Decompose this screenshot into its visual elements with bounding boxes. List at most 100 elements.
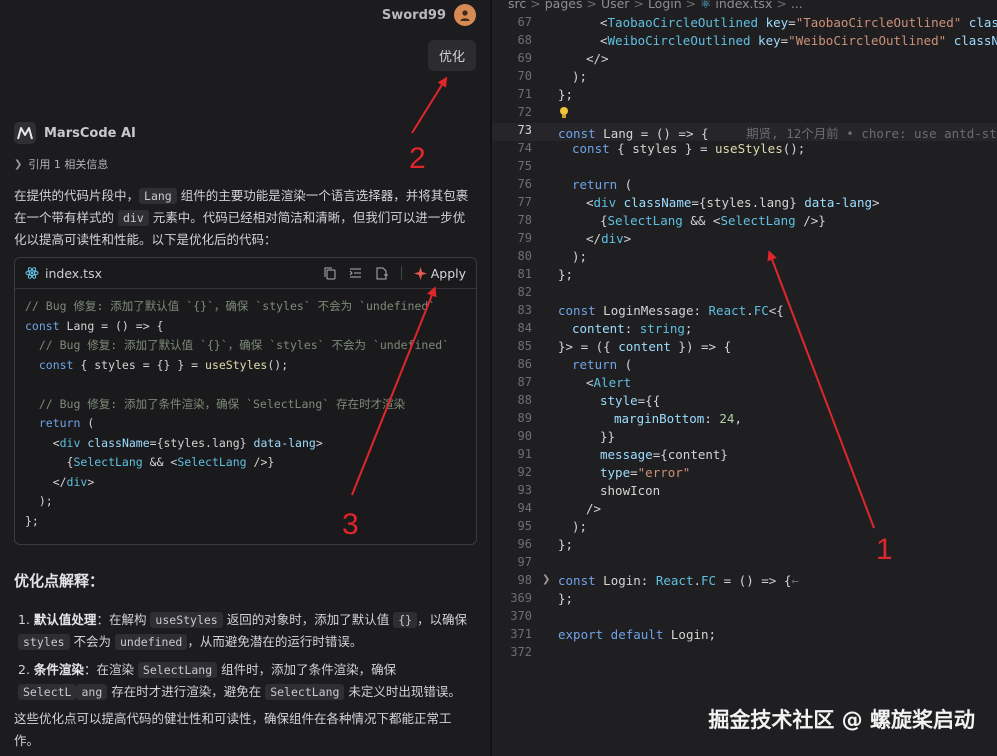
summary-paragraph: 这些优化点可以提高代码的健壮性和可读性，确保组件在各种情况下都能正常工作。 bbox=[14, 711, 452, 748]
line-number: 76 bbox=[517, 177, 532, 191]
code-line: return ( bbox=[25, 416, 95, 430]
line-number: 87 bbox=[517, 375, 532, 389]
intro-paragraph: 在提供的代码片段中， Lang 组件的主要功能是渲染一个语言选择器，并将其包裹在一… bbox=[14, 185, 476, 251]
copy-icon[interactable] bbox=[323, 266, 337, 280]
fold-chevron-icon[interactable]: ❯ bbox=[542, 574, 550, 585]
line-number: 71 bbox=[517, 87, 532, 101]
line-number: 72 bbox=[517, 105, 532, 119]
code-line: return ( bbox=[572, 357, 633, 372]
code-line: <div className={styles.lang} data-lang> bbox=[586, 195, 880, 210]
code-line: type="error" bbox=[600, 465, 691, 480]
code-line: }; bbox=[558, 267, 574, 282]
line-number: 96 bbox=[517, 537, 532, 551]
line-number: 370 bbox=[510, 609, 532, 623]
line-number: 371 bbox=[510, 627, 532, 641]
code-line: <div className={styles.lang} data-lang> bbox=[25, 435, 323, 450]
code-line: marginBottom: 24, bbox=[614, 411, 742, 426]
code-block-header: index.tsx Apply bbox=[15, 258, 476, 289]
line-number: 369 bbox=[510, 591, 532, 605]
citation-label: 引用 1 相关信息 bbox=[28, 158, 109, 171]
code-line: export default Login; bbox=[558, 627, 717, 642]
code-line: return ( bbox=[572, 177, 633, 192]
code-line: const Lang = () => { 期贤, 12个月前 • chore: … bbox=[558, 123, 997, 142]
code-line: const { styles = {} } = useStyles(); bbox=[25, 357, 289, 372]
breadcrumb-item[interactable]: Login bbox=[648, 0, 682, 11]
code-line: {SelectLang && <SelectLang />} bbox=[25, 455, 275, 469]
code-line: <Alert bbox=[586, 375, 632, 390]
code-line: }} bbox=[600, 429, 616, 444]
line-number: 73 bbox=[517, 123, 532, 137]
code-toolbar: Apply bbox=[323, 266, 466, 281]
line-number: 93 bbox=[517, 483, 532, 497]
git-blame: 期贤, 12个月前 • chore: use antd-sty bbox=[746, 126, 997, 141]
citation-toggle[interactable]: ❯ 引用 1 相关信息 bbox=[14, 156, 108, 172]
line-number: 80 bbox=[517, 249, 532, 263]
code-editor: src > pages > User > Login > ⚛ index.tsx >... 67 … bbox=[492, 0, 997, 756]
code-line: // Bug 修复: 添加了默认值 `{}`，确保 `styles` 不会为 `… bbox=[25, 338, 450, 352]
code-line: ); bbox=[572, 249, 588, 264]
code-line: {SelectLang && <SelectLang />} bbox=[600, 213, 826, 228]
apply-label: Apply bbox=[430, 265, 466, 281]
line-number: 98 bbox=[517, 573, 532, 587]
line-number: 97 bbox=[517, 555, 532, 569]
code-line: }; bbox=[558, 537, 574, 552]
code-block: index.tsx Apply // Bug 修复: 添加了默认值 `{}`，确… bbox=[14, 257, 477, 545]
lightbulb-icon[interactable] bbox=[558, 105, 570, 124]
code-line: ); bbox=[572, 69, 588, 84]
code-line: const Login: React.FC = () => {← bbox=[558, 573, 799, 588]
line-number: 89 bbox=[517, 411, 532, 425]
line-number: 91 bbox=[517, 447, 532, 461]
user-name: Sword99 bbox=[381, 7, 446, 23]
line-number: 79 bbox=[517, 231, 532, 245]
code-line: }> = ({ content }) => { bbox=[558, 339, 732, 354]
code-line: showIcon bbox=[600, 483, 661, 498]
user-message: 优化 bbox=[427, 40, 476, 71]
line-number: 372 bbox=[510, 645, 532, 659]
sparkle-icon bbox=[413, 266, 427, 280]
code-line: ); bbox=[25, 494, 53, 508]
inline-code: Lang bbox=[139, 188, 177, 204]
code-content: // Bug 修复: 添加了默认值 `{}`，确保 `styles` 不会为 `… bbox=[15, 289, 476, 539]
line-number: 83 bbox=[517, 303, 532, 317]
line-number: 84 bbox=[517, 321, 532, 335]
chevron-right-icon: ❯ bbox=[14, 158, 23, 170]
code-line: <TaobaoCircleOutlined key="TaobaoCircleO… bbox=[600, 15, 997, 30]
code-line: </div> bbox=[25, 474, 95, 489]
breadcrumb-item[interactable]: index.tsx bbox=[715, 0, 772, 11]
list-item: 1. 默认值处理：在解构 useStyles 返回的对象时，添加了默认值 {}，… bbox=[18, 612, 468, 650]
breadcrumb-item[interactable]: src bbox=[508, 0, 526, 11]
line-number: 92 bbox=[517, 465, 532, 479]
line-number: 90 bbox=[517, 429, 532, 443]
code-line: </div> bbox=[586, 231, 632, 246]
line-number: 75 bbox=[517, 159, 532, 173]
new-file-icon[interactable] bbox=[375, 266, 389, 280]
inline-code: div bbox=[117, 210, 149, 226]
apply-button[interactable]: Apply bbox=[413, 265, 466, 281]
code-line: message={content} bbox=[600, 447, 728, 462]
breadcrumb-item[interactable]: User bbox=[601, 0, 630, 11]
breadcrumb-item[interactable]: ... bbox=[791, 0, 803, 11]
code-line: content: string; bbox=[572, 321, 693, 336]
code-file-name: index.tsx bbox=[45, 265, 102, 281]
line-number: 74 bbox=[517, 141, 532, 155]
line-number: 67 bbox=[517, 15, 532, 29]
annotation-number: 2 bbox=[409, 142, 426, 175]
insert-icon[interactable] bbox=[349, 266, 363, 280]
line-number: 78 bbox=[517, 213, 532, 227]
breadcrumb-item[interactable]: pages bbox=[545, 0, 583, 11]
react-icon: ⚛ bbox=[700, 0, 712, 11]
line-number: 81 bbox=[517, 267, 532, 281]
code-line: }; bbox=[25, 513, 39, 528]
code-line: ); bbox=[572, 519, 588, 534]
user-avatar[interactable] bbox=[454, 4, 476, 26]
watermark: 掘金技术社区 @ 螺旋桨启动 bbox=[708, 708, 975, 732]
annotation-number: 3 bbox=[342, 508, 359, 541]
annotation-number: 1 bbox=[876, 533, 893, 566]
chat-panel: Sword99 优化 MarsCode AI ❯ 引用 1 相关信息 在提供的代… bbox=[0, 0, 490, 756]
line-number: 86 bbox=[517, 357, 532, 371]
code-line: const Lang = () => { bbox=[25, 318, 164, 333]
code-line: <WeiboCircleOutlined key="WeiboCircleOut… bbox=[600, 33, 997, 48]
user-header: Sword99 bbox=[382, 4, 476, 26]
code-line: </> bbox=[586, 51, 609, 66]
line-number: 85 bbox=[517, 339, 532, 353]
